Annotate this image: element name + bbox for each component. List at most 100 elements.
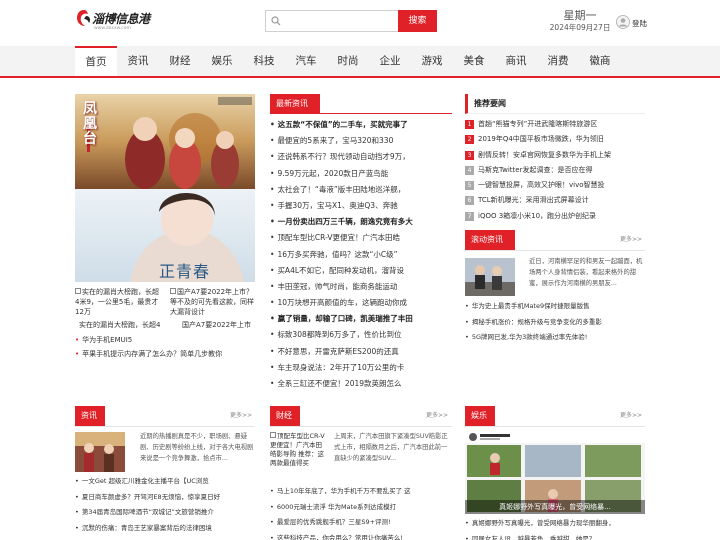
- nav-item[interactable]: 科技: [243, 46, 285, 76]
- thumb-right[interactable]: 国产A7要2022年上市？等不及的可先看这款，同样大漏背设计: [170, 287, 256, 317]
- caijing-image-alt[interactable]: 顶配车型比CR-V更便宜！广汽本田皓影导购 推荐：这两款最值得买: [270, 432, 326, 478]
- recommended-item[interactable]: 4 马斯克Twitter发起调查：是否应在得: [465, 163, 645, 178]
- latest-news-item[interactable]: • 还说韩系不行？现代领动自动挡才9万，: [270, 149, 452, 165]
- site-logo[interactable]: 淄博信息港 www.zbxxw.com: [76, 9, 150, 33]
- thumb-right-alt: 国产A7要2022年上市？等不及的可先看这款，同样大漏背设计: [170, 288, 254, 316]
- latest-news-item[interactable]: • 赢了销量，却输了口碑，凯美瑞推了丰田: [270, 311, 452, 327]
- nav-item[interactable]: 企业: [369, 46, 411, 76]
- latest-news-item[interactable]: • 一月份卖出四万三千辆，朗逸究竟有多大: [270, 214, 452, 230]
- yule-image[interactable]: 真姬娜野外写真曝光，曾受网络暴...: [465, 430, 645, 514]
- yule-item[interactable]: • 同居女友人设，越暴若鱼，乘越甜，她是？: [465, 532, 645, 540]
- search-input[interactable]: [265, 10, 399, 32]
- nav-item[interactable]: 娱乐: [201, 46, 243, 76]
- yule-item[interactable]: • 真姬娜野外写真曝光，曾受网络暴力现华丽翻身，: [465, 516, 645, 532]
- caijing-more[interactable]: 更多>>: [426, 406, 448, 426]
- scroll-news-item-text: 5G牌网已发,华为3款终端通过率先体验!: [471, 333, 588, 341]
- latest-news-item-text: 车主现身说法：2年开了10万公里的卡: [277, 362, 405, 372]
- poster-image: [75, 94, 255, 282]
- latest-news-item[interactable]: • 顶配车型比CR-V更便宜！广汽本田皓: [270, 230, 452, 246]
- scroll-news-item[interactable]: • 华为史上最贵手机Mate9保时捷限量版售: [465, 299, 645, 315]
- caijing-item[interactable]: • 马上10年年底了，华为手机千万不要乱买了 这: [270, 484, 452, 500]
- bullet-icon: •: [270, 200, 275, 210]
- zixun-item[interactable]: • 第34届青岛国际啤酒节“双城记”文旅营销推介: [75, 505, 255, 521]
- latest-news-item[interactable]: • 不好意思，开雷克萨斯ES200的还真: [270, 344, 452, 360]
- recommended-item-text: 剧情反转！安卓官网恢复多数华为手机上架: [478, 150, 611, 159]
- latest-news-item-text: 最便宜的5系来了，宝马320和330: [277, 136, 394, 146]
- zixun-summary[interactable]: 近期的热播剧真是不少，职场剧、悬疑剧、历史剧等纷纷上线，对于各大电视剧来说是一个…: [140, 431, 255, 465]
- nav-item[interactable]: 汽车: [285, 46, 327, 76]
- date-display: 星期一 2024年09月27日: [548, 9, 612, 33]
- caijing-item[interactable]: • 这些科技产品，你会用么？常用让你痛苦么!: [270, 531, 452, 540]
- zixun-item[interactable]: • 沉默的伤痛：青岛王艺家暴案背后的法律困境: [75, 521, 255, 537]
- latest-news-item[interactable]: • 标致308都降到6万多了，性价比到位: [270, 327, 452, 343]
- bullet-icon: •: [270, 298, 275, 308]
- caijing-summary[interactable]: 上周末，广汽本田旗下紧凑型SUV皓影正式上市，相隔数月之后，广汽本田此前一直缺少…: [334, 431, 452, 465]
- latest-news-item[interactable]: • 太社会了！“毒液”版丰田陆地巡洋舰，: [270, 182, 452, 198]
- zixun-image[interactable]: [75, 432, 125, 472]
- nav-item[interactable]: 资讯: [117, 46, 159, 76]
- scroll-news-item[interactable]: • 5G牌网已发,华为3款终端通过率先体验!: [465, 330, 645, 346]
- latest-news-item-text: 手握30万，宝马X1、奥迪Q3、奔驰: [277, 200, 398, 210]
- latest-news-item[interactable]: • 手握30万，宝马X1、奥迪Q3、奔驰: [270, 198, 452, 214]
- recommended-item-text: 首趟“熊猫专列”开进武隆喀斯特旅游区: [478, 120, 598, 128]
- latest-news-item[interactable]: • 买A4L不如它，配同种发动机，溜背设: [270, 263, 452, 279]
- recommended-item[interactable]: 5 一键智慧投屏，高效又护眼！vivo智慧投: [465, 178, 645, 193]
- search-button[interactable]: 搜索: [398, 10, 437, 32]
- latest-news-item-text: 顶配车型比CR-V更便宜！广汽本田皓: [277, 233, 400, 243]
- scroll-news-more[interactable]: 更多>>: [620, 230, 642, 250]
- bullet-icon: •: [465, 333, 469, 341]
- nav-item[interactable]: 美食: [453, 46, 495, 76]
- yule-line: [465, 426, 645, 427]
- recommended-item[interactable]: 1 首趟“熊猫专列”开进武隆喀斯特旅游区: [465, 117, 645, 132]
- logo-mark-icon: [77, 10, 90, 26]
- scroll-news-photo: [465, 258, 515, 296]
- rank-number-badge: 6: [465, 196, 474, 206]
- caijing-item[interactable]: • 最爱层的优秀跳舰手机？三星S9+评测!: [270, 515, 452, 531]
- nav-item[interactable]: 首页: [75, 46, 117, 76]
- left-news-item[interactable]: • 华为手机EMUI5: [75, 333, 255, 347]
- recommended-item[interactable]: 3 剧情反转！安卓官网恢复多数华为手机上架: [465, 148, 645, 163]
- latest-news-item[interactable]: • 16万多买奔驰，值吗？这款“小C级”: [270, 247, 452, 263]
- zixun-item[interactable]: • 夏日商车颜虚多？开驾河E8无烦恼，惊享夏日好: [75, 490, 255, 506]
- thumb-left[interactable]: 实在的漏肖大榜跑，长超4米9，一公里5毛，最贵才12万: [75, 287, 161, 317]
- recommended-item[interactable]: 2 2019年Q4中国平板市场微跌，华为领旧: [465, 132, 645, 147]
- nav-item[interactable]: 游戏: [411, 46, 453, 76]
- recommended-item[interactable]: 7 iQOO 3箱凛小米10，跑分出炉创纪录: [465, 209, 645, 224]
- yule-item-text: 真姬娜野外写真曝光，曾受网络暴力现华丽翻身，: [471, 519, 615, 527]
- bullet-icon: •: [270, 281, 275, 291]
- bullet-icon: •: [270, 249, 275, 259]
- latest-news-item[interactable]: • 10万块想开高颜值的车，这辆跑动你成: [270, 295, 452, 311]
- thumb-left-caption[interactable]: 实在的漏肖大榜跑，长超4: [79, 320, 161, 330]
- latest-news-item-text: 赢了销量，却输了口碑，凯美瑞推了丰田: [277, 314, 413, 324]
- nav-item[interactable]: 财经: [159, 46, 201, 76]
- search-icon: [271, 16, 281, 26]
- poster-title-text: 凤凰台: [83, 101, 97, 147]
- latest-news-item[interactable]: • 丰田垄冠，帅气时尚，能商务能运动: [270, 279, 452, 295]
- latest-news-item-text: 16万多买奔驰，值吗？这款“小C级”: [277, 249, 398, 259]
- zixun-item-text: 夏日商车颜虚多？开驾河E8无烦恼，惊享夏日好: [81, 492, 221, 501]
- scroll-news-image[interactable]: [465, 258, 515, 296]
- latest-news-item[interactable]: • 车主现身说法：2年开了10万公里的卡: [270, 360, 452, 376]
- bullet-icon: •: [465, 519, 469, 527]
- nav-item[interactable]: 商讯: [495, 46, 537, 76]
- zixun-item[interactable]: • 一文Get 超级汇川雅金化主播平台【UC浏览: [75, 474, 255, 490]
- bullet-icon: •: [270, 533, 274, 540]
- zixun-more[interactable]: 更多>>: [230, 406, 252, 426]
- yule-more[interactable]: 更多>>: [620, 406, 642, 426]
- latest-news-item-text: 不好意思，开雷克萨斯ES200的还真: [277, 346, 399, 356]
- featured-poster[interactable]: 凤凰台 正青春: [75, 94, 255, 282]
- latest-news-item[interactable]: • 9.59万元起，2020款日产蓝鸟能: [270, 166, 452, 182]
- nav-item[interactable]: 消费: [537, 46, 579, 76]
- latest-news-item[interactable]: • 这五款“不保值”的二手车，买就完事了: [270, 117, 452, 133]
- zixun-item-text: 第34届青岛国际啤酒节“双城记”文旅营销推介: [81, 508, 214, 516]
- thumb-right-caption[interactable]: 国产A7要2022年上市: [182, 320, 264, 330]
- scroll-news-item[interactable]: • 揭秘手机涨价：规格升级与竞争变化的多重影: [465, 315, 645, 331]
- latest-news-item[interactable]: • 全系三缸还不便宜！2019款英朗怎么: [270, 376, 452, 392]
- left-news-item[interactable]: • 苹果手机提示内存满了怎么办？简单几步教你: [75, 347, 255, 361]
- recommended-item[interactable]: 6 TCL新机曝光：采用滑出式屏幕设计: [465, 193, 645, 208]
- caijing-item[interactable]: • 6000元瑞士流浮 华为Mate系列达成模打: [270, 500, 452, 516]
- nav-item[interactable]: 徽商: [579, 46, 621, 76]
- scroll-news-summary[interactable]: 近日，河南横罕足的和男友一起蹦面，机场两个人身背情侣装，看起来格外的甜蜜，展示作…: [529, 256, 645, 290]
- latest-news-item[interactable]: • 最便宜的5系来了，宝马320和330: [270, 133, 452, 149]
- nav-item[interactable]: 时尚: [327, 46, 369, 76]
